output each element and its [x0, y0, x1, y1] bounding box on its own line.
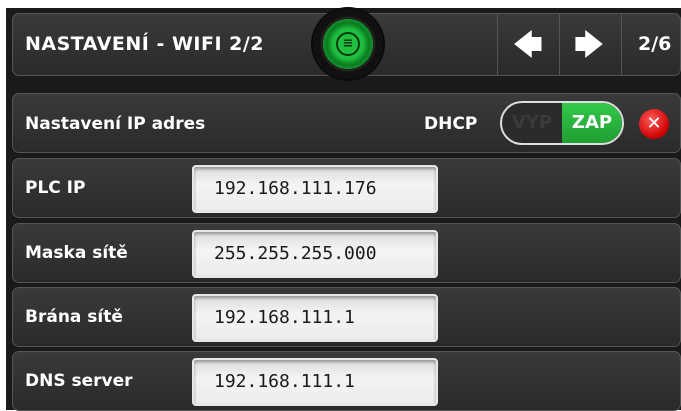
- separator: [621, 14, 622, 75]
- field-label: Maska sítě: [25, 243, 128, 263]
- field-label: PLC IP: [25, 178, 86, 198]
- separator: [559, 14, 560, 75]
- header-bar: NASTAVENÍ - WIFI 2/2 ≡ 🡄 🡆 2/6: [12, 9, 681, 79]
- toggle-on-label: ZAP: [562, 103, 622, 143]
- plc-ip-input[interactable]: 192.168.111.176: [192, 165, 438, 213]
- separator: [497, 14, 498, 75]
- field-row-mask: Maska sítě 255.255.255.000: [12, 223, 681, 283]
- gateway-input[interactable]: 192.168.111.1: [192, 294, 438, 342]
- dns-server-input[interactable]: 192.168.111.1: [192, 358, 438, 406]
- page-title: NASTAVENÍ - WIFI 2/2: [25, 33, 265, 55]
- toggle-off-label: VYP: [511, 112, 553, 133]
- menu-icon: ≡: [336, 32, 360, 56]
- arrow-left-icon[interactable]: 🡄: [506, 28, 550, 62]
- ip-settings-row: Nastavení IP adres DHCP VYP ZAP ✕: [12, 93, 681, 153]
- arrow-right-icon[interactable]: 🡆: [567, 28, 611, 62]
- menu-button[interactable]: ≡: [313, 9, 383, 79]
- field-row-dns: DNS server 192.168.111.1: [12, 351, 681, 411]
- dhcp-label: DHCP: [424, 114, 478, 134]
- field-row-gateway: Brána sítě 192.168.111.1: [12, 287, 681, 347]
- field-label: Brána sítě: [25, 307, 123, 327]
- dhcp-toggle[interactable]: VYP ZAP: [500, 101, 624, 145]
- field-row-plc-ip: PLC IP 192.168.111.176: [12, 158, 681, 218]
- close-icon[interactable]: ✕: [639, 109, 669, 139]
- menu-ring: ≡: [323, 19, 373, 69]
- field-label: DNS server: [25, 371, 133, 391]
- ip-settings-label: Nastavení IP adres: [25, 114, 206, 134]
- subnet-mask-input[interactable]: 255.255.255.000: [192, 230, 438, 278]
- page-indicator: 2/6: [638, 33, 672, 55]
